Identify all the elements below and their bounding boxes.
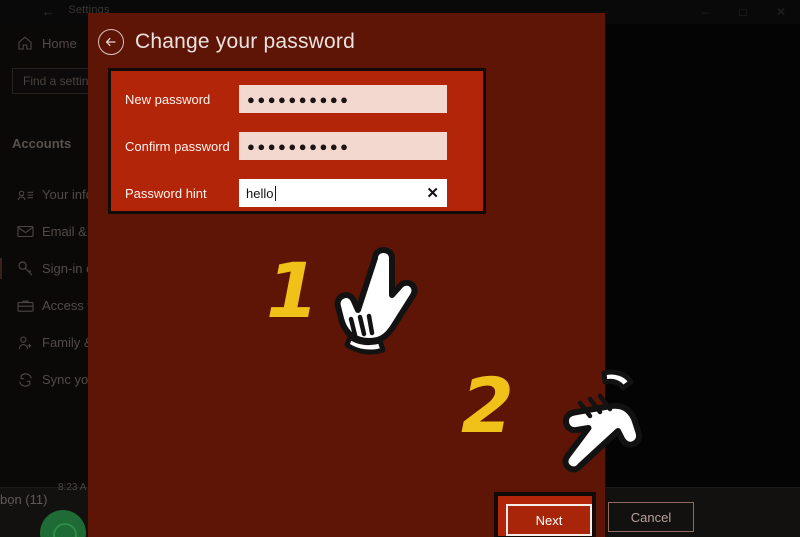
next-button[interactable]: Next — [506, 504, 592, 536]
person-add-icon — [8, 331, 42, 355]
confirm-password-field[interactable]: ●●●●●●●●●● — [239, 132, 447, 160]
password-hint-row: Password hint hello ✕ — [111, 178, 483, 208]
screen: ← Settings – □ ✕ Home Find a setting Acc… — [0, 0, 800, 537]
new-password-field[interactable]: ●●●●●●●●●● — [239, 85, 447, 113]
home-icon — [8, 31, 42, 55]
green-circle-icon[interactable] — [40, 510, 86, 537]
briefcase-icon — [8, 294, 42, 318]
back-arrow-circle-icon[interactable] — [98, 29, 124, 55]
taskbar-notification-text: bọn (11) — [0, 492, 48, 507]
clear-icon[interactable]: ✕ — [426, 186, 447, 201]
taskbar-time: 8:23 A — [58, 482, 87, 493]
next-button-highlight: Next — [494, 492, 596, 537]
cancel-button[interactable]: Cancel — [608, 502, 694, 532]
dialog-header: Change your password — [88, 13, 605, 71]
sidebar-item-label: Home — [42, 35, 77, 51]
confirm-password-label: Confirm password — [125, 138, 230, 154]
new-password-label: New password — [125, 91, 211, 107]
password-hint-value: hello — [239, 185, 277, 201]
key-icon — [8, 257, 42, 281]
step-number-2: 2 — [461, 361, 514, 450]
sidebar-item-label: Your info — [42, 187, 93, 202]
sync-icon — [8, 368, 42, 392]
sidebar-section-heading: Accounts — [12, 136, 72, 151]
password-hint-field[interactable]: hello ✕ — [239, 179, 447, 207]
sidebar-item-label: Sign-in o — [42, 261, 94, 276]
maximize-button[interactable]: □ — [724, 0, 762, 24]
contact-card-icon — [8, 183, 42, 207]
step-number-1: 1 — [266, 246, 319, 335]
sidebar-item-label: Family & — [42, 335, 93, 350]
hand-pointing-up-icon — [320, 245, 428, 355]
new-password-value: ●●●●●●●●●● — [247, 91, 351, 107]
envelope-icon — [8, 220, 42, 244]
password-hint-label: Password hint — [125, 185, 207, 201]
close-button[interactable]: ✕ — [762, 0, 800, 24]
hand-pointing-down-icon — [526, 353, 646, 475]
confirm-password-value: ●●●●●●●●●● — [247, 138, 351, 154]
minimize-button[interactable]: – — [686, 0, 724, 24]
new-password-row: New password ●●●●●●●●●● — [111, 84, 483, 114]
search-input-value: Find a setting — [23, 74, 96, 88]
dialog-title: Change your password — [135, 30, 355, 53]
confirm-password-row: Confirm password ●●●●●●●●●● — [111, 131, 483, 161]
change-password-dialog: Change your password New password ●●●●●●… — [88, 13, 694, 537]
password-form-box: New password ●●●●●●●●●● Confirm password… — [108, 68, 486, 214]
